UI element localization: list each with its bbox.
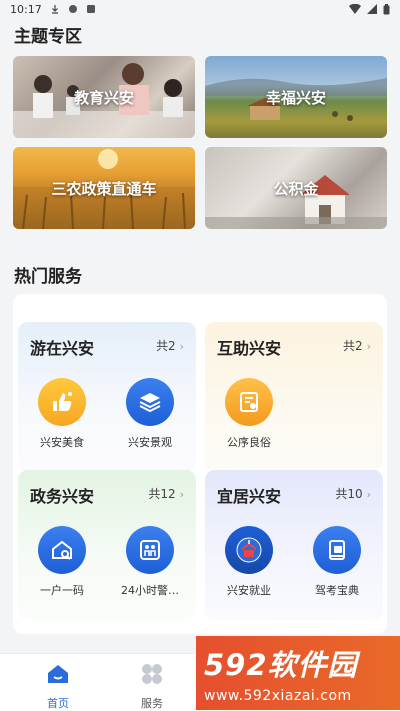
chevron-right-icon: › [179,340,184,353]
watermark-brand: 592软件园 [204,648,358,682]
service-item-24h-police[interactable]: 24小时警… [114,526,186,598]
service-item-driving-guide[interactable]: 驾考宝典 [301,526,373,598]
service-item-household-code[interactable]: 一户一码 [26,526,98,598]
service-item-food[interactable]: 兴安美食 [26,378,98,450]
group-count-link[interactable]: 共2 › [343,337,371,354]
chevron-right-icon: › [366,488,371,501]
tab-home[interactable]: 首页 [28,662,88,711]
service-item-label: 24小时警… [121,584,179,597]
battery-icon [383,3,390,14]
group-count-link[interactable]: 共12 › [148,485,184,502]
book-icon [313,526,361,574]
status-bar: 10:17 [0,0,400,18]
chevron-right-icon: › [366,340,371,353]
theme-card-label: 三农政策直通车 [51,179,157,198]
service-item-employment[interactable]: 兴安就业 [213,526,285,598]
group-title: 互助兴安 [217,339,282,358]
tab-label: 首页 [47,697,69,710]
group-count: 共10 [335,487,363,501]
certificate-icon [225,378,273,426]
hot-section-title: 热门服务 [14,267,82,287]
download-icon [51,5,58,14]
service-item-customs[interactable]: 公序良俗 [213,378,285,450]
watermark-logo: 592软件园 www.592xiazai.com [196,636,400,710]
group-title: 政务兴安 [30,487,95,506]
layers-icon [126,378,174,426]
hot-services-panel: 游在兴安 共2 › 兴安美食 兴安景观 互助兴安 共2 › 公序良俗 政务兴安 … [13,294,387,634]
service-item-label: 一户一码 [40,584,84,597]
theme-card-label: 幸福兴安 [265,88,326,107]
group-title: 游在兴安 [30,339,95,358]
watermark-url: www.592xiazai.com [204,688,352,704]
tab-service[interactable]: 服务 [122,662,182,711]
theme-card-happiness[interactable]: 幸福兴安 [205,56,387,138]
service-group-travel: 游在兴安 共2 › 兴安美食 兴安景观 [18,322,196,472]
service-item-scenery[interactable]: 兴安景观 [114,378,186,450]
grid-flower-icon [142,664,162,684]
group-count: 共12 [148,487,176,501]
group-count: 共2 [342,339,363,353]
notification-icon [68,5,77,13]
people-icon [126,526,174,574]
status-time: 10:17 [10,2,42,16]
service-item-label: 兴安美食 [40,436,84,449]
group-title: 宜居兴安 [217,487,282,506]
service-group-government: 政务兴安 共12 › 一户一码 24小时警… [18,470,196,620]
house-search-icon [38,526,86,574]
service-item-label: 兴安就业 [227,584,271,597]
wifi-icon [349,4,361,14]
thumbs-up-icon [38,378,86,426]
chevron-right-icon: › [179,488,184,501]
service-group-livable: 宜居兴安 共10 › 兴安就业 驾考宝典 [205,470,383,620]
home-icon [48,665,68,683]
employment-icon [225,526,273,574]
app-notification-icon [86,5,95,13]
service-group-mutual-help: 互助兴安 共2 › 公序良俗 [205,322,383,472]
service-item-label: 公序良俗 [227,436,271,449]
group-count-link[interactable]: 共10 › [335,485,371,502]
theme-card-label: 教育兴安 [73,88,134,107]
theme-card-housing-fund[interactable]: 公积金 [205,147,387,229]
theme-card-label: 公积金 [273,179,319,198]
theme-card-agriculture[interactable]: 三农政策直通车 [13,147,195,229]
service-item-label: 兴安景观 [128,436,172,449]
theme-section-title: 主题专区 [14,27,82,47]
group-count: 共2 [155,339,176,353]
service-item-label: 驾考宝典 [315,584,359,597]
signal-icon [367,4,377,14]
group-count-link[interactable]: 共2 › [156,337,184,354]
tab-label: 服务 [141,697,163,710]
theme-card-education[interactable]: 教育兴安 [13,56,195,138]
